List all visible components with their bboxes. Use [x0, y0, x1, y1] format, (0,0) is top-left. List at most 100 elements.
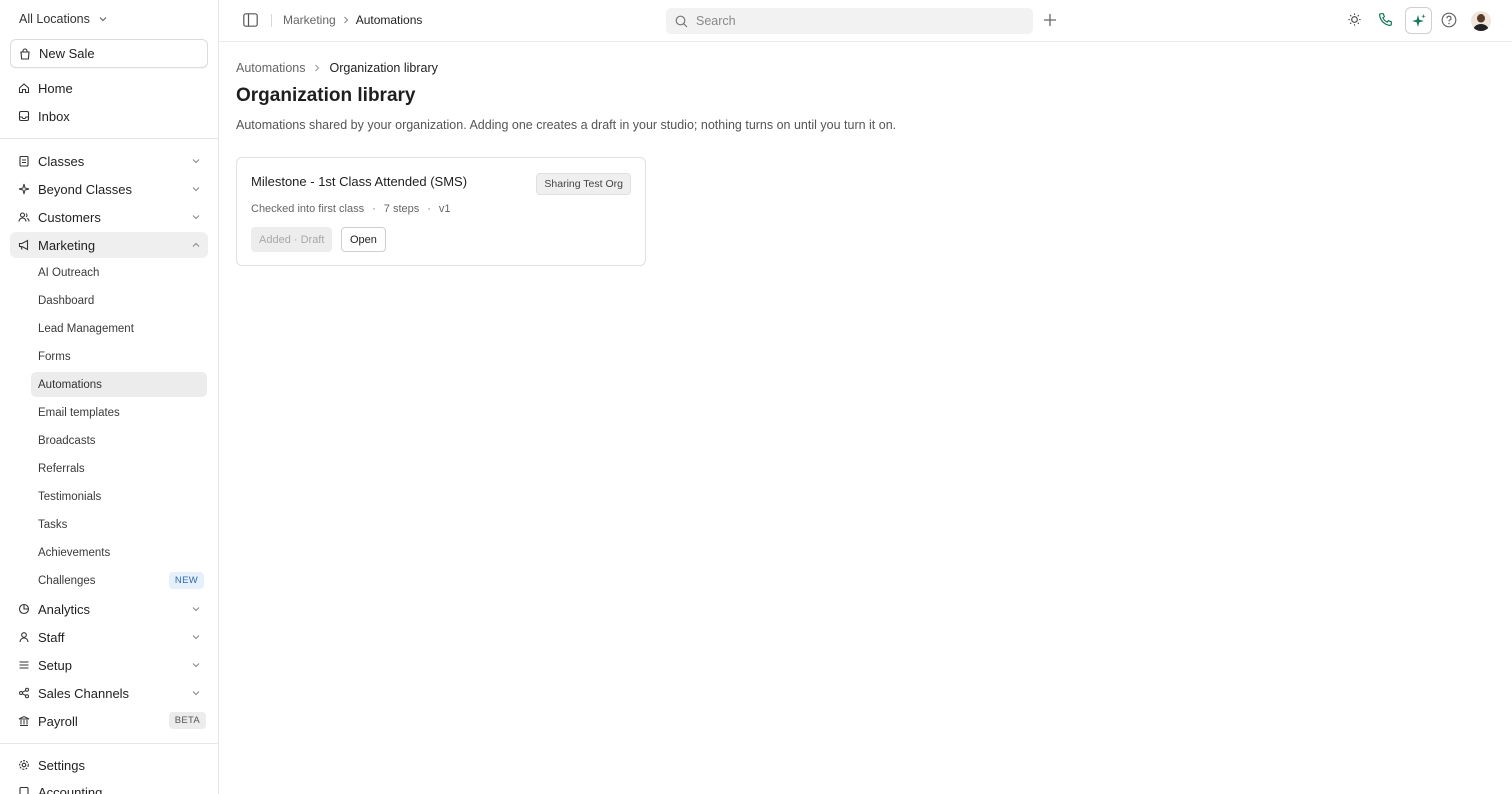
sidebar-subitem-forms[interactable]: Forms	[31, 344, 207, 369]
chevron-down-icon	[192, 635, 200, 640]
share-icon	[19, 687, 29, 699]
sidebar-item-label: Settings	[38, 757, 85, 773]
sidebar-item-label: Payroll	[38, 713, 78, 729]
breadcrumb-link-marketing[interactable]: Marketing	[283, 13, 336, 27]
sidebar-subitem-label: Challenges	[38, 574, 96, 587]
sidebar-item-home[interactable]: Home	[10, 75, 208, 101]
breadcrumb: Automations Organization library	[236, 61, 438, 75]
chevron-down-icon	[192, 607, 200, 612]
ai-assistant-button[interactable]	[1405, 7, 1432, 34]
sidebar-subitem-label: Automations	[38, 378, 102, 391]
new-sale-button[interactable]: New Sale	[10, 39, 208, 68]
sidebar-item-label: Classes	[38, 153, 85, 169]
location-label: All Locations	[19, 12, 90, 26]
sidebar-item-setup[interactable]: Setup	[10, 652, 208, 678]
sidebar-item-label: Marketing	[38, 237, 96, 253]
sidebar-subitem-automations[interactable]: Automations	[31, 372, 207, 397]
sidebar-item-accounting[interactable]: Accounting	[10, 779, 208, 794]
sidebar-item-analytics[interactable]: Analytics	[10, 596, 208, 622]
sidebar-item-label: Customers	[38, 209, 101, 225]
chevron-down-icon	[192, 691, 200, 696]
sidebar-subitem-lead-management[interactable]: Lead Management	[31, 316, 207, 341]
chevron-right-icon	[315, 64, 320, 72]
sidebar-item-classes[interactable]: Classes	[10, 148, 208, 174]
sidebar-item-staff[interactable]: Staff	[10, 624, 208, 650]
sidebar-item-label: Home	[38, 80, 73, 96]
sidebar-subitem-label: Dashboard	[38, 294, 95, 307]
sidebar-subitem-label: Referrals	[38, 462, 85, 475]
sidebar-subitem-label: AI Outreach	[38, 266, 100, 279]
user-avatar[interactable]	[1471, 11, 1491, 31]
sidebar-item-label: Analytics	[38, 601, 91, 617]
page-description: Automations shared by your organization.…	[236, 118, 897, 132]
sidebar-subitem-label: Email templates	[38, 406, 120, 419]
sidebar-item-beyond-classes[interactable]: Beyond Classes	[10, 176, 208, 202]
location-selector[interactable]: All Locations	[19, 10, 108, 28]
users-icon	[18, 212, 30, 222]
sidebar-toggle-icon[interactable]	[243, 13, 258, 27]
automation-meta: Checked into first class · 7 steps · v1	[251, 203, 451, 215]
home-icon	[18, 83, 30, 94]
open-button[interactable]: Open	[341, 227, 386, 252]
chevron-down-icon	[99, 17, 107, 22]
shopping-bag-icon	[20, 47, 30, 60]
chevron-down-icon	[192, 187, 200, 192]
chevron-up-icon	[192, 242, 200, 247]
automation-steps: 7 steps	[383, 203, 420, 215]
sidebar-item-label: Setup	[38, 657, 72, 673]
pie-chart-icon	[18, 603, 30, 615]
search-input[interactable]: Search	[666, 8, 1033, 34]
sidebar-item-sales-channels[interactable]: Sales Channels	[10, 680, 208, 706]
clipboard-icon	[19, 155, 29, 167]
breadcrumb-current: Automations	[355, 13, 423, 27]
sidebar-subitem-label: Broadcasts	[38, 434, 96, 447]
sidebar: All Locations New Sale Home Inbox Classe…	[0, 0, 219, 794]
sidebar-item-marketing[interactable]: Marketing	[10, 232, 208, 258]
sidebar-item-payroll[interactable]: Payroll BETA	[10, 708, 208, 734]
sidebar-subitem-achievements[interactable]: Achievements	[31, 540, 207, 565]
org-badge: Sharing Test Org	[536, 173, 631, 195]
search-placeholder: Search	[696, 14, 736, 28]
beta-badge: BETA	[168, 712, 206, 729]
help-icon[interactable]	[1441, 12, 1457, 28]
sidebar-subitem-label: Achievements	[38, 546, 111, 559]
top-bar: Marketing Automations Search	[219, 0, 1512, 42]
phone-icon[interactable]	[1378, 12, 1393, 27]
sidebar-item-settings[interactable]: Settings	[10, 752, 208, 778]
sidebar-subitem-dashboard[interactable]: Dashboard	[31, 288, 207, 313]
chevron-down-icon	[192, 159, 200, 164]
new-sale-label: New Sale	[39, 46, 95, 61]
list-icon	[19, 661, 29, 669]
plus-icon[interactable]	[1042, 12, 1058, 28]
sidebar-subitem-ai-outreach[interactable]: AI Outreach	[31, 260, 207, 285]
sidebar-item-label: Beyond Classes	[38, 181, 132, 197]
calculator-icon	[19, 786, 29, 794]
sidebar-divider	[0, 743, 218, 744]
sidebar-subitem-challenges[interactable]: Challenges NEW	[31, 568, 207, 593]
sidebar-item-customers[interactable]: Customers	[10, 204, 208, 230]
meta-separator: ·	[372, 203, 376, 215]
breadcrumb-link-automations[interactable]: Automations	[236, 61, 305, 75]
sun-icon[interactable]	[1347, 12, 1362, 27]
sidebar-subitem-label: Forms	[38, 350, 71, 363]
sidebar-item-inbox[interactable]: Inbox	[10, 103, 208, 129]
chevron-down-icon	[192, 663, 200, 668]
sidebar-item-label: Sales Channels	[38, 685, 130, 701]
sidebar-subitem-testimonials[interactable]: Testimonials	[31, 484, 207, 509]
chevron-down-icon	[192, 215, 200, 220]
sidebar-subitem-referrals[interactable]: Referrals	[31, 456, 207, 481]
gear-icon	[19, 760, 29, 770]
toolbar-divider	[271, 14, 272, 27]
sidebar-divider	[0, 138, 218, 139]
search-icon	[675, 15, 688, 27]
sidebar-subitem-label: Testimonials	[38, 490, 102, 503]
sidebar-subitem-email-templates[interactable]: Email templates	[31, 400, 207, 425]
breadcrumb-current: Organization library	[329, 61, 438, 75]
sidebar-item-label: Inbox	[38, 108, 70, 124]
sidebar-subitem-tasks[interactable]: Tasks	[31, 512, 207, 537]
sidebar-subitem-broadcasts[interactable]: Broadcasts	[31, 428, 207, 453]
chevron-right-icon	[343, 16, 348, 24]
inbox-icon	[18, 110, 30, 122]
added-draft-button: Added · Draft	[251, 227, 333, 252]
megaphone-icon	[18, 239, 29, 251]
